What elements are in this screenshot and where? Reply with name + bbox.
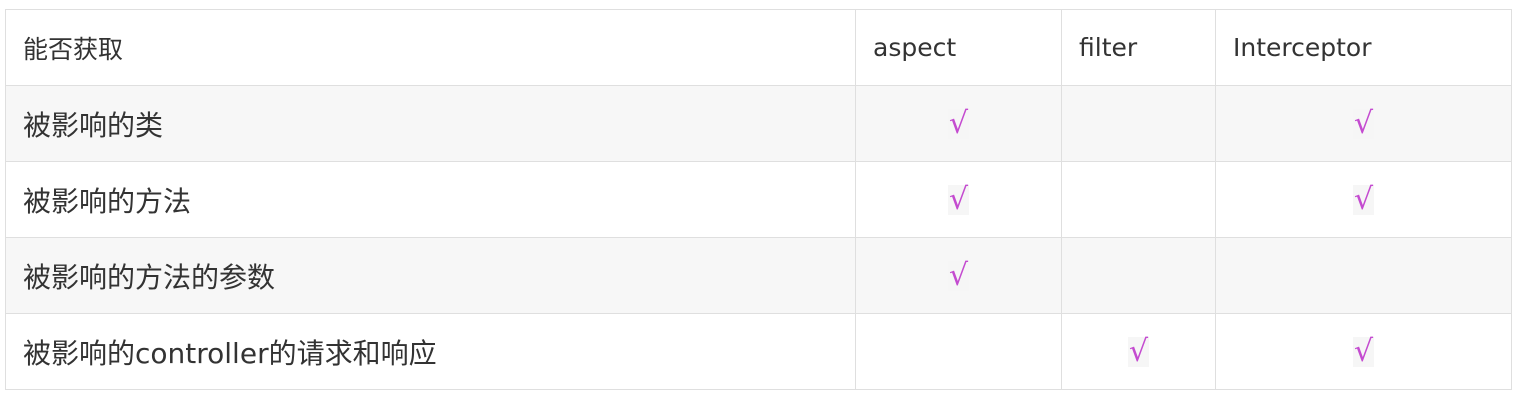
aspect-cell: √ xyxy=(855,85,1062,162)
check-mark-icon: √ xyxy=(1127,333,1150,369)
check-mark-icon: √ xyxy=(947,181,970,217)
aspect-cell: √ xyxy=(855,161,1062,238)
row-label: 被影响的controller的请求和响应 xyxy=(5,313,856,390)
header-filter: filter xyxy=(1061,9,1216,86)
interceptor-cell: √ xyxy=(1215,85,1512,162)
aspect-cell xyxy=(855,313,1062,390)
table-row: 被影响的controller的请求和响应 √ √ xyxy=(5,313,1512,390)
check-mark-icon: √ xyxy=(1352,105,1375,141)
interceptor-cell xyxy=(1215,237,1512,314)
check-mark-icon: √ xyxy=(1352,333,1375,369)
header-capability: 能否获取 xyxy=(5,9,856,86)
header-aspect: aspect xyxy=(855,9,1062,86)
filter-cell xyxy=(1061,161,1216,238)
header-interceptor: Interceptor xyxy=(1215,9,1512,86)
aspect-cell: √ xyxy=(855,237,1062,314)
check-mark-icon: √ xyxy=(1352,181,1375,217)
row-label: 被影响的方法 xyxy=(5,161,856,238)
filter-cell xyxy=(1061,85,1216,162)
interceptor-cell: √ xyxy=(1215,161,1512,238)
check-mark-icon: √ xyxy=(947,257,970,293)
filter-cell xyxy=(1061,237,1216,314)
table-row: 被影响的方法 √ √ xyxy=(5,161,1512,238)
table-row: 被影响的方法的参数 √ xyxy=(5,237,1512,314)
interceptor-cell: √ xyxy=(1215,313,1512,390)
row-label: 被影响的类 xyxy=(5,85,856,162)
table-row: 被影响的类 √ √ xyxy=(5,85,1512,162)
row-label: 被影响的方法的参数 xyxy=(5,237,856,314)
table-header-row: 能否获取 aspect filter Interceptor xyxy=(5,9,1512,86)
capability-table: 能否获取 aspect filter Interceptor 被影响的类 √ √… xyxy=(5,9,1512,390)
check-mark-icon: √ xyxy=(947,105,970,141)
filter-cell: √ xyxy=(1061,313,1216,390)
